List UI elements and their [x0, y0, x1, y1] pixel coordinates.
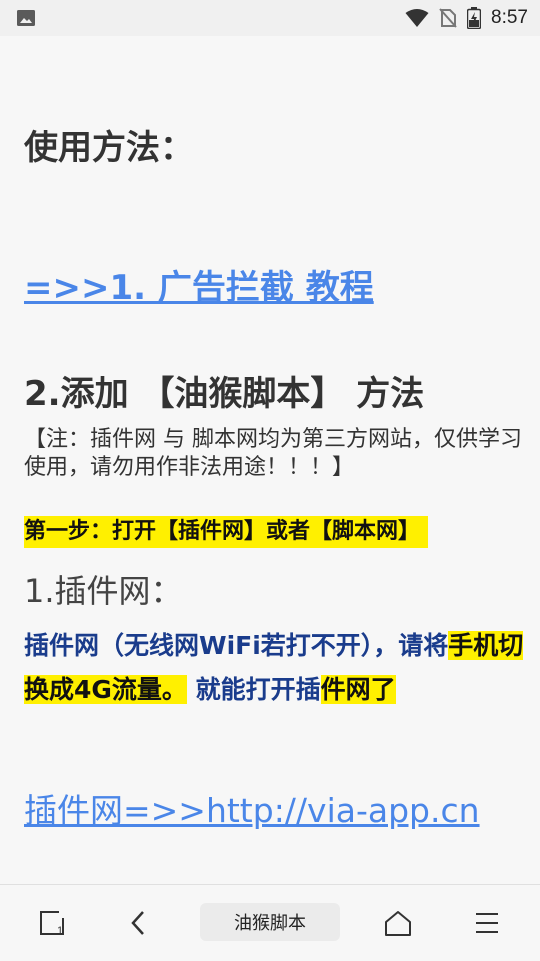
menu-button[interactable]: [467, 903, 507, 943]
back-arrow-icon: [131, 911, 144, 935]
wifi-icon: [405, 9, 429, 27]
tabs-count: 1: [57, 925, 63, 937]
status-icons: 8:57: [405, 0, 528, 36]
menu-icon: [476, 913, 498, 933]
plugin-site-heading: 1.插件网：: [24, 572, 183, 610]
hint-highlight-2: 件网了: [320, 675, 396, 704]
page-content: 使用方法： =>>1. 广告拦截 教程 2.添加 【油猴脚本】 方法 【注：插件…: [0, 36, 540, 884]
plugin-site-link[interactable]: 插件网=>>http://via-app.cn: [24, 784, 480, 832]
page-title-button[interactable]: 油猴脚本: [200, 903, 340, 941]
step2-heading: 2.添加 【油猴脚本】 方法: [24, 374, 425, 414]
image-notification-icon: [17, 10, 35, 26]
tabs-button[interactable]: 1: [32, 903, 72, 943]
step1-label: 第一步：打开【插件网】或者【脚本网】: [24, 516, 429, 548]
usage-heading: 使用方法：: [24, 128, 194, 168]
battery-charging-icon: [467, 7, 482, 29]
hint-text: 插件网（无线网WiFi若打不开），请将: [24, 631, 449, 660]
home-button[interactable]: [378, 903, 418, 943]
back-button[interactable]: [118, 903, 158, 943]
adblock-tutorial-link[interactable]: =>>1. 广告拦截 教程: [24, 260, 374, 309]
status-bar: 8:57: [0, 0, 540, 36]
hint-text-2: 就能打开插: [186, 675, 321, 704]
browser-toolbar: 1 油猴脚本: [0, 884, 540, 961]
tabs-icon: 1: [40, 911, 64, 937]
home-icon: [385, 911, 411, 936]
status-time: 8:57: [491, 7, 528, 28]
disclaimer-note: 【注：插件网 与 脚本网均为第三方网站，仅供学习使用，请勿用作非法用途！！！】: [24, 427, 522, 480]
network-hint: 插件网（无线网WiFi若打不开），请将手机切换成4G流量。 就能打开插件网了: [24, 624, 524, 712]
no-sim-icon: [439, 8, 457, 28]
